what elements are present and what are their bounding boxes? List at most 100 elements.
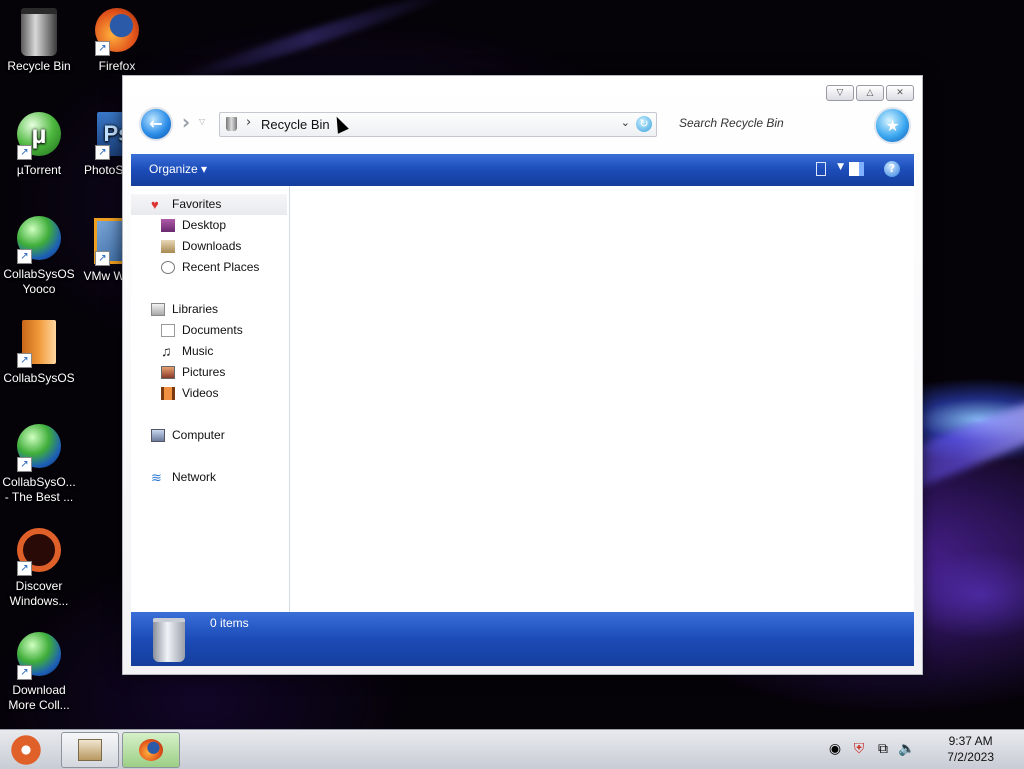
explorer-window: ▽ △ ✕ ← › ▽ › Recycle Bin ⌄ ↻ Search Rec… [122,75,923,675]
shortcut-arrow-icon: ↗ [95,251,110,266]
nav-favorites[interactable]: ♥ Favorites [131,194,287,215]
history-dropdown-icon[interactable]: ▽ [199,117,205,126]
nav-item-recent-places[interactable]: Recent Places [131,257,287,278]
nav-label: Favorites [172,197,222,211]
recycle-bin-icon [226,117,237,131]
desktop-icon-label: Download More Coll... [8,683,70,712]
close-button[interactable]: ✕ [886,85,914,101]
taskbar-explorer-button[interactable] [61,732,119,768]
address-bar[interactable]: › Recycle Bin ⌄ ↻ [219,112,657,137]
shortcut-arrow-icon: ↗ [17,145,32,160]
firefox-icon [139,739,163,761]
desktop-icon-label: Firefox [98,59,136,73]
nav-item-documents[interactable]: Documents [131,320,287,341]
nav-label: Documents [182,323,243,337]
minimize-button[interactable]: ▽ [826,85,854,101]
window-controls: ▽ △ ✕ [826,85,914,101]
desktop-icon-label: CollabSysOS [3,371,75,385]
taskbar: ◉ ⛨ ⧉ 🔈 9:37 AM 7/2/2023 [0,729,1024,769]
start-button[interactable] [8,734,44,766]
breadcrumb[interactable]: Recycle Bin [261,117,330,132]
chevron-down-icon[interactable]: ⌄ [621,116,630,129]
nav-label: Pictures [182,365,226,379]
desktop-icon [161,219,175,232]
shortcut-arrow-icon: ↗ [17,561,32,576]
desktop-icon-discover-windows[interactable]: ↗ Discover Windows... [0,526,78,609]
heart-icon: ♥ [151,197,159,212]
clock-time: 9:37 AM [948,734,993,748]
pictures-icon [161,366,175,379]
clock[interactable]: 9:37 AM 7/2/2023 [947,733,994,765]
system-tray: ◉ ⛨ ⧉ 🔈 [826,740,916,758]
shield-icon[interactable]: ⛨ [850,740,868,758]
nav-computer[interactable]: Computer [131,425,287,446]
nav-label: Computer [172,428,225,442]
desktop-icon-collabsysos[interactable]: ↗ CollabSysOS [0,318,78,386]
document-icon [161,324,175,337]
nav-label: Libraries [172,302,219,316]
nav-label: Desktop [182,218,227,232]
desktop-icon-download-more[interactable]: ↗ Download More Coll... [0,630,78,713]
nav-item-music[interactable]: ♫ Music [131,341,287,362]
desktop-icon-collabsysos-best[interactable]: ↗ CollabSysO... - The Best ... [0,422,78,505]
downloads-folder-icon [161,240,175,253]
nav-label: Videos [182,386,219,400]
desktop-icon-label: Discover Windows... [9,579,69,608]
shortcut-arrow-icon: ↗ [17,353,32,368]
nav-item-pictures[interactable]: Pictures [131,362,287,383]
command-bar: Organize ▾ ▼ ? [131,154,914,186]
desktop-icon-recycle-bin[interactable]: Recycle Bin [0,6,78,74]
nav-label: Recent Places [182,260,260,274]
recycle-bin-icon [21,8,57,56]
shortcut-arrow-icon: ↗ [17,457,32,472]
navigation-pane: ♥ Favorites Desktop Downloads Recent Pla… [131,186,290,612]
tray-status-icon[interactable]: ◉ [826,740,844,758]
help-icon[interactable]: ? [884,161,900,177]
network-icon[interactable]: ⧉ [874,740,892,758]
volume-muted-icon[interactable]: 🔈 [898,740,916,758]
film-strip-icon [161,387,175,400]
maximize-button[interactable]: △ [856,85,884,101]
desktop-icon-firefox[interactable]: ↗ Firefox [78,6,156,74]
desktop-icon-label: Recycle Bin [7,59,71,73]
chevron-down-icon[interactable]: ▼ [837,162,844,172]
clock-date: 7/2/2023 [947,750,994,764]
search-input[interactable]: Search Recycle Bin [672,112,869,135]
desktop-icon-label: CollabSysOS Yooco [3,267,75,296]
search-icon[interactable]: ★ [874,107,911,144]
nav-label: Downloads [182,239,242,253]
taskbar-firefox-button[interactable] [122,732,180,768]
nav-libraries[interactable]: Libraries [131,299,287,320]
computer-icon [151,429,165,442]
desktop-icon-label: µTorrent [16,163,62,177]
shortcut-arrow-icon: ↗ [17,665,32,680]
nav-label: Network [172,470,217,484]
desktop-icon-label: CollabSysO... - The Best ... [2,475,76,504]
desktop-icon-utorrent[interactable]: µ ↗ µTorrent [0,110,78,178]
network-wifi-icon: ≋ [151,470,162,485]
recycle-bin-icon [153,618,185,662]
nav-item-downloads[interactable]: Downloads [131,236,287,257]
desktop-icon-collabsysos-yooco[interactable]: ↗ CollabSysOS Yooco [0,214,78,297]
shortcut-arrow-icon: ↗ [95,41,110,56]
nav-label: Music [182,344,214,358]
breadcrumb-separator-icon[interactable]: › [246,115,251,130]
shortcut-arrow-icon: ↗ [17,249,32,264]
back-button[interactable]: ← [139,107,173,141]
file-cabinet-icon [78,739,102,761]
nav-item-videos[interactable]: Videos [131,383,287,404]
file-list-area[interactable] [290,186,914,612]
organize-button[interactable]: Organize ▾ [149,162,207,176]
clock-icon [161,261,175,274]
libraries-icon [151,303,165,316]
music-note-icon: ♫ [161,343,172,359]
item-count: 0 items [210,616,249,630]
nav-item-desktop[interactable]: Desktop [131,215,287,236]
view-options-icon[interactable] [816,162,826,176]
forward-button[interactable]: › [175,111,197,133]
refresh-icon[interactable]: ↻ [636,116,652,132]
shortcut-arrow-icon: ↗ [95,145,110,160]
nav-network[interactable]: ≋ Network [131,467,287,488]
preview-pane-icon[interactable] [849,162,864,176]
details-pane: 0 items [131,612,914,666]
